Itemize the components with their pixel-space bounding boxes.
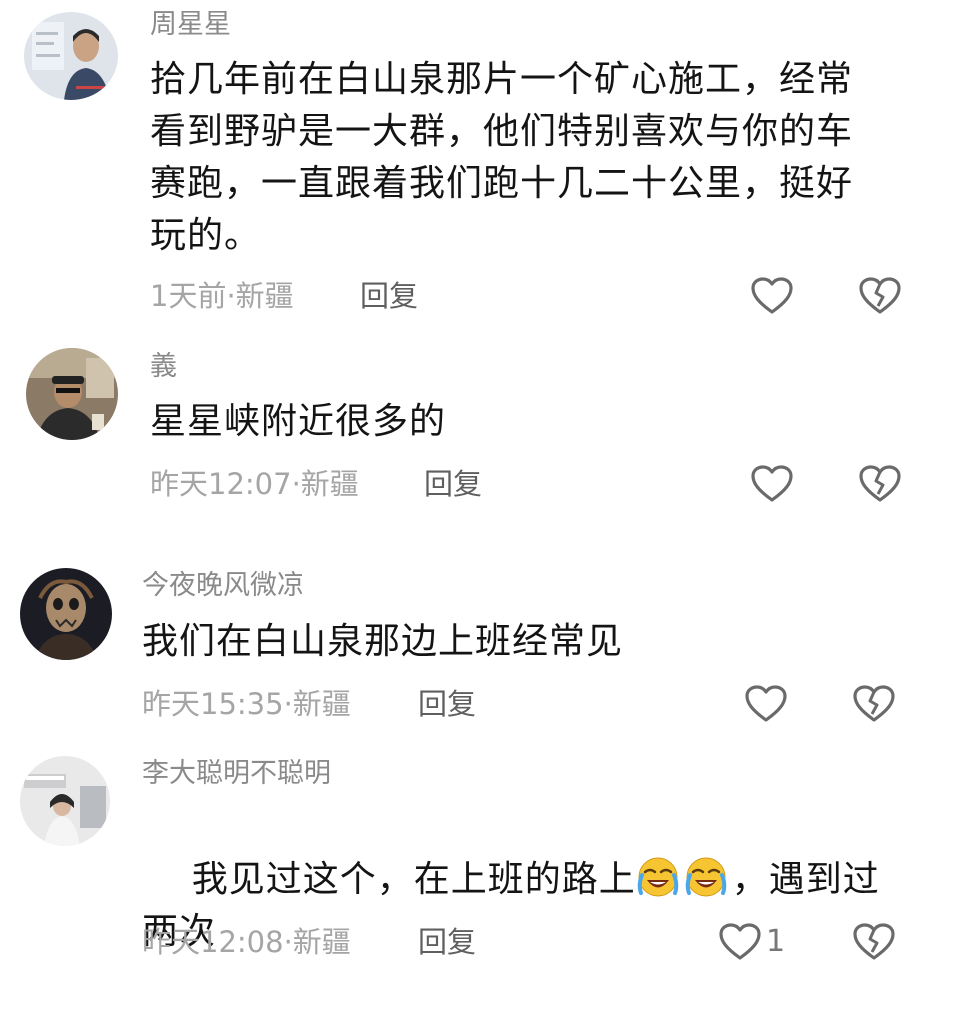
user-avatar-image	[24, 12, 118, 100]
comment-meta: 昨天12:08·新疆	[142, 925, 351, 959]
heart-outline-icon[interactable]	[718, 922, 762, 962]
comment-username[interactable]: 周星星	[150, 8, 231, 42]
avatar[interactable]	[24, 12, 118, 100]
reply-button[interactable]: 回复	[418, 922, 476, 962]
user-avatar-image	[20, 568, 112, 660]
comment-meta: 昨天12:07·新疆	[150, 467, 359, 501]
comment-text: 拾几年前在白山泉那片一个矿心施工，经常 看到野驴是一大群，他们特别喜欢与你的车 …	[150, 59, 854, 256]
comment-text-before: 我见过这个，在上班的路上	[191, 859, 636, 900]
loudly-crying-face-icon	[636, 855, 680, 899]
comment-username[interactable]: 李大聪明不聪明	[142, 757, 331, 791]
loudly-crying-face-icon	[684, 855, 728, 899]
heart-outline-icon[interactable]	[750, 276, 794, 316]
comment-text: 我见过这个，在上班的路上 ，遇到过 两次	[142, 802, 880, 1010]
comment-username[interactable]: 義	[150, 350, 177, 384]
avatar[interactable]	[20, 568, 112, 660]
broken-heart-outline-icon[interactable]	[852, 922, 896, 962]
comment-meta: 1天前·新疆	[150, 279, 294, 313]
avatar[interactable]	[26, 348, 118, 440]
broken-heart-outline-icon[interactable]	[858, 464, 902, 504]
comment-text: 星星峡附近很多的	[150, 401, 447, 442]
reply-button[interactable]: 回复	[424, 464, 482, 504]
broken-heart-outline-icon[interactable]	[852, 684, 896, 724]
avatar[interactable]	[20, 756, 110, 846]
user-avatar-image	[26, 348, 118, 440]
broken-heart-outline-icon[interactable]	[858, 276, 902, 316]
heart-outline-icon[interactable]	[750, 464, 794, 504]
comment-username[interactable]: 今夜晚风微凉	[142, 569, 304, 603]
reply-button[interactable]: 回复	[418, 684, 476, 724]
reply-button[interactable]: 回复	[360, 276, 418, 316]
heart-outline-icon[interactable]	[744, 684, 788, 724]
user-avatar-image	[20, 756, 110, 846]
like-count: 1	[766, 924, 786, 959]
comment-meta: 昨天15:35·新疆	[142, 687, 351, 721]
comment-text: 我们在白山泉那边上班经常见	[142, 621, 624, 662]
